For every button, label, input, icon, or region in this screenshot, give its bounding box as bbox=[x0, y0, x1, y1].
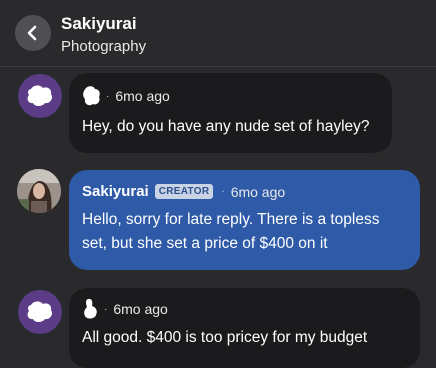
anonymous-blob-icon bbox=[27, 85, 53, 106]
separator-dot: · bbox=[221, 186, 225, 197]
chevron-left-icon bbox=[27, 25, 37, 41]
back-button[interactable] bbox=[15, 15, 51, 51]
creator-avatar[interactable] bbox=[17, 169, 61, 213]
anonymous-blob-icon bbox=[84, 298, 97, 319]
message-meta: Sakiyurai CREATOR · 6mo ago bbox=[82, 183, 285, 200]
anonymous-blob-icon bbox=[27, 301, 53, 322]
anonymous-blob-icon bbox=[83, 86, 100, 106]
message-time: 6mo ago bbox=[230, 183, 286, 200]
chat-header: Sakiyurai Photography bbox=[0, 0, 436, 67]
message-meta: · 6mo ago bbox=[82, 298, 168, 320]
creator-badge: CREATOR bbox=[154, 184, 214, 199]
sender-name[interactable]: Sakiyurai bbox=[82, 183, 149, 200]
message-time: 6mo ago bbox=[113, 301, 168, 317]
separator-dot: · bbox=[106, 90, 110, 102]
message-text: All good. $400 is too pricey for my budg… bbox=[82, 329, 368, 346]
message-text: Hello, sorry for late reply. There is a … bbox=[82, 211, 380, 252]
message-meta: · 6mo ago bbox=[82, 85, 170, 107]
creator-photo-avatar bbox=[17, 169, 61, 213]
avatar[interactable] bbox=[18, 290, 62, 334]
separator-dot: · bbox=[104, 303, 108, 315]
message-text: Hey, do you have any nude set of hayley? bbox=[82, 118, 370, 135]
avatar[interactable] bbox=[18, 74, 62, 118]
message-time: 6mo ago bbox=[115, 88, 170, 104]
chat-subtitle: Photography bbox=[61, 38, 147, 55]
chat-title: Sakiyurai bbox=[61, 14, 137, 33]
